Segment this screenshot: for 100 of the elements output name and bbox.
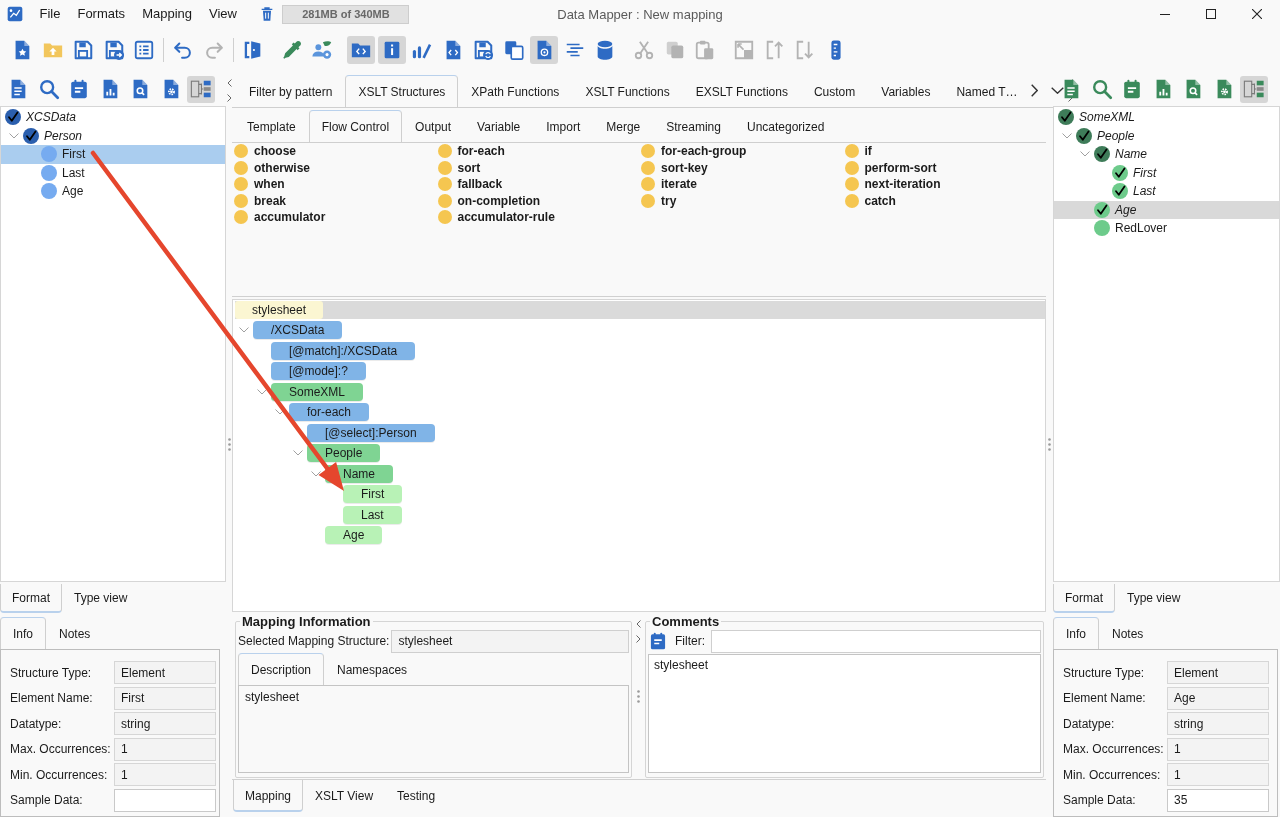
mapping-node[interactable]: First — [343, 485, 403, 503]
chevron-right-icon[interactable] — [226, 94, 232, 102]
subcategory-tab[interactable]: Merge — [593, 110, 654, 142]
tree-item[interactable]: Age — [1, 182, 225, 201]
menu-item[interactable]: Mapping — [133, 4, 201, 24]
palette-item[interactable]: accumulator — [234, 210, 326, 225]
info-field[interactable]: string — [1167, 712, 1269, 736]
mapping-node[interactable]: for-each — [289, 403, 370, 421]
category-tab[interactable]: Filter by pattern — [236, 75, 346, 107]
category-tab[interactable]: XPath Functions — [458, 75, 573, 107]
palette-item[interactable]: when — [234, 177, 285, 192]
tree-item[interactable]: Age — [1054, 200, 1279, 219]
tree-item[interactable]: Person — [1, 126, 225, 145]
subcategory-tab[interactable]: Flow Control — [308, 110, 403, 142]
mapping-node[interactable]: [@mode]:? — [271, 362, 366, 380]
chevron-right-icon[interactable] — [1030, 84, 1038, 97]
info-field[interactable]: Element — [1167, 661, 1269, 684]
info-tab[interactable]: Notes — [1099, 617, 1157, 649]
category-tab[interactable]: Variables — [868, 75, 944, 107]
category-tab[interactable]: XSLT Functions — [572, 75, 683, 107]
palette-item[interactable]: if — [844, 144, 872, 159]
subcategory-tab[interactable]: Variable — [464, 110, 534, 142]
tree-item[interactable]: Last — [1054, 182, 1279, 201]
mapping-node[interactable]: [@match]:/XCSData — [271, 341, 416, 360]
info-field[interactable]: Age — [1167, 686, 1269, 710]
info-tab[interactable]: Notes — [46, 617, 104, 649]
info-field[interactable]: string — [114, 712, 216, 736]
subcategory-tab[interactable]: Template — [234, 110, 309, 142]
view-tab[interactable]: Type view — [1115, 584, 1193, 613]
info-tab[interactable]: Info — [1053, 617, 1099, 649]
info-field[interactable]: 1 — [114, 763, 216, 787]
info-field[interactable]: 35 — [1167, 788, 1269, 812]
info-button[interactable] — [377, 36, 406, 64]
palette-item[interactable]: next-iteration — [844, 177, 941, 192]
info-tab[interactable]: Info — [0, 617, 46, 649]
info-field[interactable] — [114, 788, 216, 812]
chevron-down-icon[interactable] — [1050, 87, 1064, 94]
view-tab[interactable]: Testing — [385, 780, 448, 812]
filter-field[interactable] — [711, 629, 1041, 653]
drag-handle-icon[interactable] — [637, 689, 640, 703]
drag-handle-icon[interactable] — [227, 438, 231, 451]
menu-item[interactable]: View — [200, 4, 246, 24]
mapping-node[interactable]: People — [307, 444, 381, 462]
tree-item[interactable]: SomeXML — [1054, 108, 1279, 127]
palette-item[interactable]: sort-key — [641, 160, 708, 175]
info-field[interactable]: 1 — [1167, 737, 1269, 761]
palette-item[interactable]: break — [234, 193, 287, 208]
tree-view-button[interactable] — [1240, 75, 1268, 103]
tree-item[interactable]: Name — [1054, 145, 1279, 164]
category-tab[interactable]: Custom — [800, 75, 869, 107]
subcategory-tab[interactable]: Import — [533, 110, 594, 142]
folder-code-button[interactable] — [347, 36, 375, 64]
subcategory-tab[interactable]: Output — [402, 110, 465, 142]
structure-field[interactable]: stylesheet — [391, 629, 629, 653]
menu-item[interactable]: File — [31, 4, 69, 24]
root-node[interactable]: stylesheet — [235, 301, 324, 319]
category-tab[interactable]: Named T… — [943, 75, 1031, 107]
view-tab[interactable]: XSLT View — [303, 780, 386, 812]
palette-item[interactable]: catch — [844, 193, 896, 208]
info-tab[interactable]: Description — [238, 653, 325, 685]
tree-item[interactable]: XCSData — [1, 108, 225, 127]
mapping-node[interactable]: SomeXML — [271, 382, 364, 401]
info-field[interactable]: Element — [114, 661, 216, 684]
subcategory-tab[interactable]: Streaming — [653, 110, 734, 142]
tree-view-button[interactable] — [187, 75, 215, 103]
info-field[interactable]: 1 — [1167, 763, 1269, 787]
palette-item[interactable]: for-each-group — [641, 144, 747, 159]
mapping-node[interactable]: /XCSData — [253, 321, 343, 339]
view-tab[interactable]: Type view — [62, 584, 140, 613]
tree-item[interactable]: Last — [1, 163, 225, 182]
palette-item[interactable]: try — [641, 193, 677, 208]
view-tab[interactable]: Mapping — [233, 780, 304, 812]
palette-item[interactable]: perform-sort — [844, 160, 937, 175]
menu-item[interactable]: Formats — [68, 4, 134, 24]
view-tab[interactable]: Format — [0, 584, 62, 613]
palette-item[interactable]: otherwise — [234, 160, 310, 175]
info-tab[interactable]: Namespaces — [324, 653, 421, 685]
mapping-node[interactable]: Age — [325, 526, 383, 544]
palette-item[interactable]: choose — [234, 144, 296, 159]
chevron-left-icon[interactable] — [226, 79, 232, 87]
drag-handle-icon[interactable] — [1048, 438, 1051, 451]
mapping-node[interactable]: Last — [343, 505, 402, 524]
subcategory-tab[interactable]: Uncategorized — [733, 110, 838, 142]
tree-item[interactable]: First — [1054, 163, 1279, 182]
palette-item[interactable]: iterate — [641, 177, 698, 192]
palette-item[interactable]: accumulator-rule — [437, 210, 555, 225]
chevron-left-icon[interactable] — [636, 620, 641, 628]
chevron-right-icon[interactable] — [636, 635, 641, 643]
palette-item[interactable]: for-each — [437, 144, 505, 159]
tree-item[interactable]: First — [1, 145, 225, 164]
info-field[interactable]: 1 — [114, 737, 216, 761]
category-tab[interactable]: XSLT Structures — [345, 75, 459, 107]
category-tab[interactable]: EXSLT Functions — [682, 75, 801, 107]
palette-item[interactable]: fallback — [437, 177, 503, 192]
document-ring-button[interactable] — [530, 36, 558, 64]
description-field[interactable]: stylesheet — [238, 685, 629, 773]
tree-item[interactable]: People — [1054, 126, 1279, 145]
palette-item[interactable]: sort — [437, 160, 481, 175]
comment-item[interactable]: stylesheet — [654, 658, 709, 672]
palette-item[interactable]: on-completion — [437, 193, 541, 208]
